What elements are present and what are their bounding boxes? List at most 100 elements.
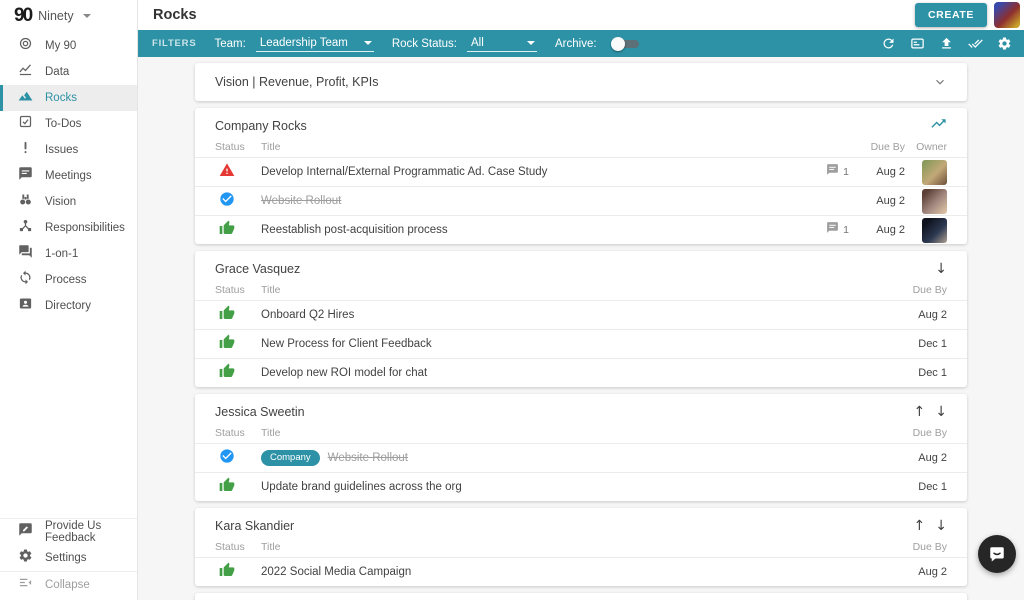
thumbs-up-icon[interactable] <box>215 220 235 241</box>
sidebar-item-process[interactable]: Process <box>0 267 137 293</box>
sidebar-item-label: Settings <box>45 552 87 564</box>
sidebar-item-responsibilities[interactable]: Responsibilities <box>0 215 137 241</box>
column-title: Title <box>261 427 281 439</box>
sync-icon <box>18 270 33 290</box>
trending-up-icon[interactable] <box>930 115 947 137</box>
rock-title-cell: Onboard Q2 Hires <box>261 309 857 321</box>
status-cell <box>215 334 261 355</box>
section-controls: ↑ ↓ <box>914 405 947 419</box>
section-controls: ↓ <box>935 262 947 276</box>
rock-title-cell: Reestablish post-acquisition process <box>261 224 815 236</box>
sidebar-item-directory[interactable]: Directory <box>0 293 137 319</box>
warning-triangle-icon[interactable] <box>215 162 235 183</box>
comment-icon <box>826 163 839 181</box>
sidebar-item-label: Responsibilities <box>45 222 125 234</box>
sidebar-item-rocks[interactable]: Rocks <box>0 85 137 111</box>
thumbs-up-icon[interactable] <box>215 363 235 384</box>
column-status: Status <box>215 541 245 553</box>
column-header-row: Status Title Due By Owner <box>195 137 967 157</box>
rock-status-select[interactable]: All <box>467 36 538 52</box>
rock-title-cell: Company Website Rollout <box>261 450 857 466</box>
team-select-value: Leadership Team <box>259 36 348 49</box>
status-cell <box>215 448 261 469</box>
check-circle-icon[interactable] <box>215 191 235 212</box>
sidebar-item-vision[interactable]: Vision <box>0 189 137 215</box>
presentation-button[interactable] <box>907 34 927 54</box>
arrow-up-icon[interactable]: ↑ <box>914 519 926 533</box>
vision-card[interactable]: Vision | Revenue, Profit, KPIs <box>195 63 967 101</box>
due-by-value: Aug 2 <box>918 566 947 578</box>
gear-button[interactable] <box>994 34 1014 54</box>
rock-row[interactable]: Website Rollout Aug 2 <box>195 186 967 215</box>
filter-bar-actions <box>878 34 1014 54</box>
rock-row[interactable]: Update brand guidelines across the org De… <box>195 472 967 501</box>
rock-title-cell: Update brand guidelines across the org <box>261 481 857 493</box>
next-section-card <box>195 593 967 600</box>
sidebar-item-1-on-1[interactable]: 1-on-1 <box>0 241 137 267</box>
rock-row[interactable]: New Process for Client Feedback Dec 1 <box>195 329 967 358</box>
rock-row[interactable]: Onboard Q2 Hires Aug 2 <box>195 300 967 329</box>
sidebar-item-settings[interactable]: Settings <box>0 545 137 571</box>
thumbs-up-icon[interactable] <box>215 305 235 326</box>
rock-title-cell: Develop Internal/External Programmatic A… <box>261 166 815 178</box>
rock-row[interactable]: 2022 Social Media Campaign Aug 2 <box>195 557 967 586</box>
rock-title: New Process for Client Feedback <box>261 338 432 350</box>
chevron-down-icon <box>363 40 372 45</box>
sidebar-item-issues[interactable]: Issues <box>0 137 137 163</box>
arrow-down-icon[interactable]: ↓ <box>935 519 947 533</box>
section-title: Company Rocks <box>215 119 307 133</box>
sidebar-item-label: Rocks <box>45 92 77 104</box>
comment-cell[interactable]: 1 <box>815 163 849 181</box>
rock-row[interactable]: Develop Internal/External Programmatic A… <box>195 157 967 186</box>
rock-status-select-value: All <box>471 36 484 49</box>
user-avatar[interactable] <box>994 2 1020 28</box>
rock-row[interactable]: Company Website Rollout Aug 2 <box>195 443 967 472</box>
rock-title-cell: New Process for Client Feedback <box>261 338 857 350</box>
sidebar-item-data[interactable]: Data <box>0 59 137 85</box>
thumbs-up-icon[interactable] <box>215 477 235 498</box>
check-circle-icon[interactable] <box>215 448 235 469</box>
sidebar-item-label: Vision <box>45 196 77 208</box>
owner-avatar[interactable] <box>922 188 947 214</box>
section-company-rocks: Company Rocks Status Title Due By Owner Devel… <box>195 108 967 244</box>
rock-row[interactable]: Develop new ROI model for chat Dec 1 <box>195 358 967 387</box>
comment-cell[interactable]: 1 <box>815 221 849 239</box>
owner-avatar[interactable] <box>922 217 947 243</box>
column-title: Title <box>261 284 281 296</box>
rock-title: Website Rollout <box>261 195 342 207</box>
ninety-logo-icon: 90 <box>14 5 33 26</box>
due-by-value: Aug 2 <box>876 224 905 236</box>
sidebar-item-to-dos[interactable]: To-Dos <box>0 111 137 137</box>
target-icon <box>18 36 33 56</box>
owner-avatar[interactable] <box>922 159 947 185</box>
chevron-down-icon[interactable] <box>933 75 947 89</box>
sidebar-item-meetings[interactable]: Meetings <box>0 163 137 189</box>
section-controls: ↑ ↓ <box>914 519 947 533</box>
chat-bubble-icon <box>990 547 1004 562</box>
thumbs-up-icon[interactable] <box>215 562 235 583</box>
arrow-down-icon[interactable]: ↓ <box>935 405 947 419</box>
archive-toggle[interactable] <box>610 36 641 51</box>
feedback-icon <box>18 522 33 542</box>
sidebar-item-collapse[interactable]: Collapse <box>0 572 137 598</box>
upload-button[interactable] <box>936 34 956 54</box>
rock-row[interactable]: Reestablish post-acquisition process 1 Aug… <box>195 215 967 244</box>
team-select[interactable]: Leadership Team <box>255 36 374 52</box>
arrow-down-icon[interactable]: ↓ <box>935 262 947 276</box>
archive-label: Archive: <box>555 37 597 50</box>
due-by-value: Dec 1 <box>918 338 947 350</box>
arrow-up-icon[interactable]: ↑ <box>914 405 926 419</box>
rock-title-cell: Develop new ROI model for chat <box>261 367 857 379</box>
top-bar: Rocks CREATE <box>138 0 1024 30</box>
status-cell <box>215 363 261 384</box>
brand[interactable]: 90 Ninety <box>0 0 137 30</box>
double-check-button[interactable] <box>965 34 985 54</box>
refresh-button[interactable] <box>878 34 898 54</box>
thumbs-up-icon[interactable] <box>215 334 235 355</box>
sidebar-item-my-90[interactable]: My 90 <box>0 33 137 59</box>
create-button[interactable]: CREATE <box>915 3 987 27</box>
chat-launcher-button[interactable] <box>978 535 1016 573</box>
sidebar-item-provide-us-feedback[interactable]: Provide Us Feedback <box>0 519 137 545</box>
status-cell <box>215 562 261 583</box>
column-title: Title <box>261 141 281 153</box>
